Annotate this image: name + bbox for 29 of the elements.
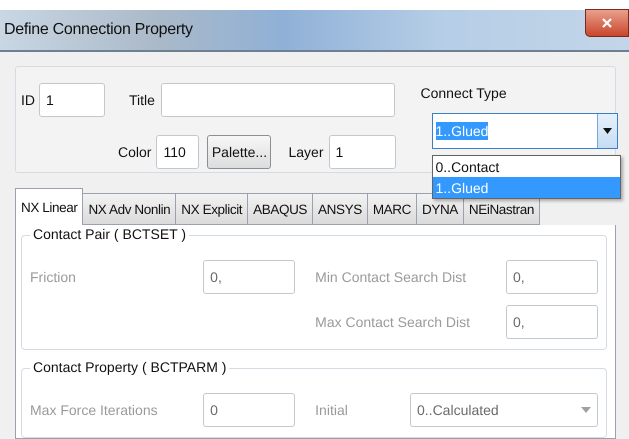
- caret-icon: [581, 407, 591, 413]
- title-label: Title: [129, 92, 155, 108]
- close-icon: [602, 18, 612, 28]
- window-title: Define Connection Property: [4, 21, 193, 39]
- close-button[interactable]: [585, 9, 629, 37]
- layer-label: Layer: [288, 144, 324, 160]
- field-label: Max Force Iterations: [30, 402, 158, 418]
- dropdown-option[interactable]: 0..Contact: [432, 156, 620, 177]
- tab[interactable]: NX Linear: [15, 188, 84, 225]
- tab[interactable]: NX Explicit: [175, 193, 248, 225]
- field-label: Initial: [315, 402, 348, 418]
- tab[interactable]: NX Adv Nonlin: [82, 193, 176, 225]
- field-label: Friction: [30, 269, 76, 285]
- connect-type-label: Connect Type: [420, 85, 507, 101]
- id-field[interactable]: 1: [39, 83, 105, 117]
- caret-icon: [602, 128, 612, 134]
- title-field[interactable]: [160, 83, 395, 117]
- tab[interactable]: MARC: [366, 193, 417, 225]
- layer-field[interactable]: 1: [328, 135, 396, 169]
- group-title: Contact Pair ( BCTSET ): [30, 226, 190, 242]
- color-label: Color: [118, 144, 152, 160]
- tab[interactable]: ANSYS: [312, 193, 368, 225]
- field-label: Max Contact Search Dist: [315, 314, 470, 330]
- id-label: ID: [21, 92, 35, 108]
- palette-button[interactable]: Palette...: [207, 135, 272, 169]
- color-field[interactable]: 110: [156, 135, 200, 169]
- group-title: Contact Property ( BCTPARM ): [30, 359, 230, 375]
- tab[interactable]: ABAQUS: [247, 193, 314, 225]
- field-label: Min Contact Search Dist: [315, 269, 466, 285]
